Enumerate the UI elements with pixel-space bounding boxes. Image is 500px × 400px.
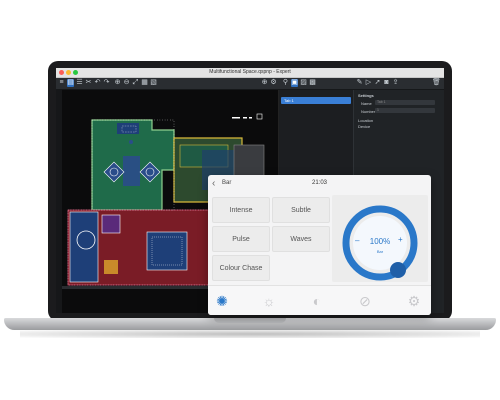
device-section[interactable]: Device	[358, 124, 370, 129]
laptop-shadow	[20, 330, 480, 338]
sun-icon[interactable]: ☼	[261, 293, 277, 309]
cursor-icon[interactable]: ➚	[374, 79, 381, 87]
add-icon[interactable]: ⊕	[261, 79, 268, 87]
camera-icon[interactable]: ◙	[383, 79, 390, 87]
layers-icon[interactable]: ▧	[150, 79, 157, 87]
image-icon[interactable]: ▨	[300, 79, 307, 87]
photo-icon[interactable]: ▩	[309, 79, 316, 87]
location-section[interactable]: Location	[358, 118, 373, 123]
name-field[interactable]: Tab 1	[375, 100, 435, 105]
clock: 21:03	[311, 180, 327, 186]
cut-icon[interactable]: ✂	[85, 79, 92, 87]
number-label: Number	[361, 109, 376, 114]
laptop-notch	[214, 318, 286, 323]
tablet-header: ‹ Bar 21:03	[208, 175, 431, 193]
dial-handle[interactable]	[390, 262, 406, 278]
pin-icon[interactable]: ⚲	[282, 79, 289, 87]
number-field[interactable]: 1	[375, 108, 435, 113]
name-label: Name	[361, 101, 372, 106]
edit-icon[interactable]: ✎	[356, 79, 363, 87]
contrast-icon[interactable]: ◐	[309, 293, 325, 309]
undo-icon[interactable]: ↶	[94, 79, 101, 87]
dial-plus-button[interactable]: +	[398, 235, 403, 244]
tablet-tabbar: ✺ ☼ ◐ ⊘ ⚙	[208, 285, 431, 315]
device-icon[interactable]: ▣	[291, 79, 298, 87]
colour-chase-button[interactable]: Colour Chase	[212, 255, 270, 281]
dial-value: 100%	[369, 237, 391, 246]
zoom-out-icon[interactable]: ⊖	[123, 79, 130, 87]
settings-section-title: Settings	[358, 93, 374, 98]
trash-icon[interactable]: 🗑	[432, 79, 441, 87]
dial-label: Bar	[376, 249, 384, 254]
compass-icon[interactable]: ⊘	[357, 293, 373, 309]
intense-button[interactable]: Intense	[212, 197, 270, 223]
list-icon[interactable]: ☰	[76, 79, 83, 87]
window-title: Multifunctional Space.qspnp - Expert	[209, 69, 291, 75]
dimmer-dial[interactable]: – 100% + Bar	[332, 195, 428, 282]
grid-icon[interactable]: ▦	[141, 79, 148, 87]
tree-item-selected[interactable]: Tab 1	[281, 97, 351, 104]
zoom-in-icon[interactable]: ⊕	[114, 79, 121, 87]
gear-multi-icon[interactable]: ✺	[214, 293, 230, 309]
fit-icon[interactable]: ⤢	[132, 79, 139, 87]
page-icon[interactable]: ▤	[67, 79, 74, 87]
menu-icon[interactable]: ≡	[58, 79, 65, 87]
subtle-button[interactable]: Subtle	[272, 197, 330, 223]
window-titlebar: Multifunctional Space.qspnp - Expert	[56, 68, 444, 78]
redo-icon[interactable]: ↷	[103, 79, 110, 87]
tablet-remote: ‹ Bar 21:03 Intense Subtle Pulse Waves C…	[208, 175, 431, 315]
play-icon[interactable]: ▷	[365, 79, 372, 87]
share-icon[interactable]: ⇪	[392, 79, 399, 87]
pulse-button[interactable]: Pulse	[212, 226, 270, 252]
waves-button[interactable]: Waves	[272, 226, 330, 252]
settings-icon[interactable]: ⚙	[406, 293, 422, 309]
app-toolbar: ≡ ▤ ☰ ✂ ↶ ↷ ⊕ ⊖ ⤢ ▦ ▧ ⊕ ⚙ ⚲ ▣ ▨ ▩ ✎ ▷ ➚ …	[56, 78, 444, 90]
settings-icon[interactable]: ⚙	[270, 79, 277, 87]
